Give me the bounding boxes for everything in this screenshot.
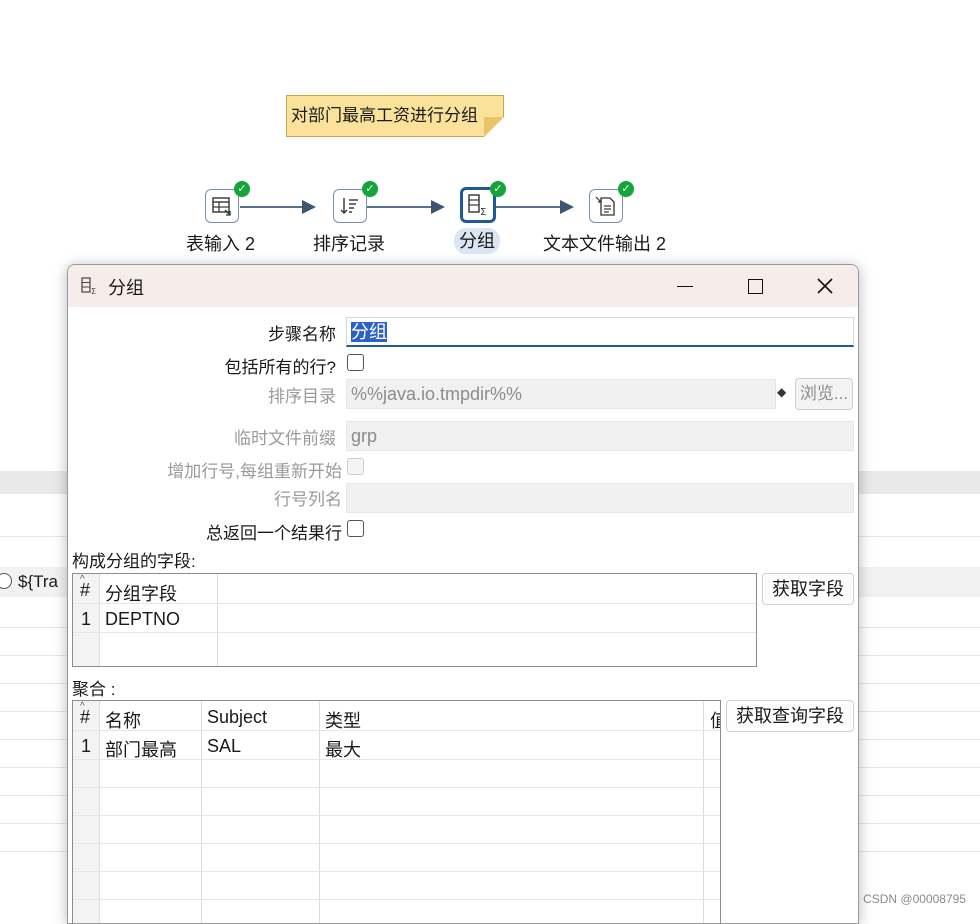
- get-lookup-fields-button[interactable]: 获取查询字段: [726, 700, 854, 732]
- status-ok-icon: ✓: [234, 181, 250, 197]
- step-label[interactable]: 文本文件输出 2: [543, 230, 666, 256]
- temp-prefix-label: 临时文件前缀: [234, 429, 336, 448]
- group-by-icon: Σ: [81, 277, 96, 296]
- aggregate-name-cell[interactable]: 部门最高: [105, 736, 177, 762]
- step-text-file-output[interactable]: [589, 189, 623, 223]
- row-divider: [73, 871, 720, 872]
- aggregates-table[interactable]: ^ # 名称 Subject 类型 值 1 部门最高 SAL 最大: [72, 700, 721, 923]
- row-number: 1: [81, 736, 92, 756]
- row-divider: [73, 843, 720, 844]
- aggregate-type-cell[interactable]: 最大: [325, 736, 361, 762]
- hop-arrow[interactable]: [496, 200, 574, 214]
- status-ok-icon: ✓: [362, 181, 378, 197]
- row-number-column: [73, 701, 99, 923]
- row-divider: [73, 730, 720, 731]
- row-divider: [73, 632, 756, 633]
- browse-button[interactable]: 浏览...: [795, 378, 853, 410]
- row-divider: [73, 787, 720, 788]
- svg-text:Σ: Σ: [480, 207, 486, 217]
- table-input-icon: [212, 197, 231, 216]
- dialog-title: 分组: [108, 278, 144, 298]
- column-divider: [99, 574, 100, 666]
- status-ok-icon: ✓: [618, 181, 634, 197]
- step-label[interactable]: 排序记录: [313, 230, 385, 256]
- group-fields-label: 构成分组的字段:: [72, 552, 196, 571]
- step-name-input[interactable]: 分组: [346, 317, 854, 347]
- step-sort-rows[interactable]: [333, 189, 367, 223]
- watermark: CSDN @00008795: [863, 892, 966, 906]
- always-one-row-checkbox[interactable]: [347, 520, 364, 537]
- column-header[interactable]: 类型: [325, 707, 361, 733]
- maximize-icon: [747, 278, 763, 294]
- row-number: 1: [81, 609, 92, 629]
- sort-directory-label: 排序目录: [268, 387, 336, 406]
- maximize-button[interactable]: [720, 265, 790, 307]
- hop-arrow[interactable]: [240, 200, 316, 214]
- close-icon: [817, 278, 833, 294]
- row-divider: [73, 815, 720, 816]
- line-number-field-label: 行号列名: [274, 490, 342, 509]
- background-row-text: ${Tra: [18, 572, 59, 591]
- step-table-input[interactable]: [205, 189, 239, 223]
- step-label[interactable]: 分组: [454, 228, 500, 254]
- group-by-dialog: Σ 分组 步骤名称 分组 包括所有的行? 排序目录 %%java.io.tmpd…: [67, 264, 859, 924]
- column-divider: [99, 701, 100, 923]
- column-header[interactable]: 名称: [105, 707, 141, 733]
- canvas-note[interactable]: 对部门最高工资进行分组: [286, 95, 504, 137]
- add-line-number-label: 增加行号,每组重新开始: [167, 462, 342, 481]
- column-divider: [217, 574, 218, 666]
- column-divider: [703, 701, 704, 923]
- svg-text:Σ: Σ: [91, 287, 96, 296]
- row-divider: [73, 899, 720, 900]
- column-divider: [319, 701, 320, 923]
- include-all-rows-checkbox[interactable]: [347, 354, 364, 371]
- column-header[interactable]: 分组字段: [105, 580, 177, 606]
- sort-rows-icon: [340, 198, 358, 214]
- include-all-rows-label: 包括所有的行?: [224, 358, 336, 377]
- column-header[interactable]: #: [80, 707, 90, 728]
- sort-directory-input[interactable]: %%java.io.tmpdir%%: [346, 379, 776, 409]
- note-fold: [484, 117, 504, 137]
- radio-icon[interactable]: [0, 573, 12, 589]
- group-fields-table[interactable]: ^ # 分组字段 1 DEPTNO: [72, 573, 757, 667]
- minimize-button[interactable]: [650, 265, 720, 307]
- column-header[interactable]: Subject: [207, 707, 267, 728]
- column-header[interactable]: 值: [710, 707, 720, 733]
- text-file-output-icon: [595, 196, 615, 216]
- step-label[interactable]: 表输入 2: [186, 230, 255, 256]
- step-name-value: 分组: [351, 322, 387, 342]
- aggregates-label: 聚合 :: [72, 680, 116, 699]
- step-name-label: 步骤名称: [268, 325, 336, 344]
- get-fields-button[interactable]: 获取字段: [762, 573, 854, 605]
- status-ok-icon: ✓: [490, 181, 506, 197]
- hop-arrow[interactable]: [367, 200, 445, 214]
- group-by-icon: Σ: [468, 194, 486, 217]
- note-text: 对部门最高工资进行分组: [291, 106, 478, 125]
- always-one-row-label: 总返回一个结果行: [206, 524, 342, 543]
- aggregate-subject-cell[interactable]: SAL: [207, 736, 241, 757]
- add-line-number-checkbox[interactable]: [347, 458, 364, 475]
- column-header[interactable]: #: [80, 580, 90, 601]
- minimize-icon: [677, 285, 693, 287]
- temp-prefix-input[interactable]: grp: [346, 421, 854, 451]
- group-field-cell[interactable]: DEPTNO: [105, 609, 180, 630]
- variable-icon[interactable]: ◆: [777, 385, 786, 399]
- close-button[interactable]: [790, 265, 858, 307]
- column-divider: [201, 701, 202, 923]
- line-number-field-input[interactable]: [346, 483, 854, 513]
- dialog-titlebar[interactable]: Σ 分组: [68, 265, 858, 307]
